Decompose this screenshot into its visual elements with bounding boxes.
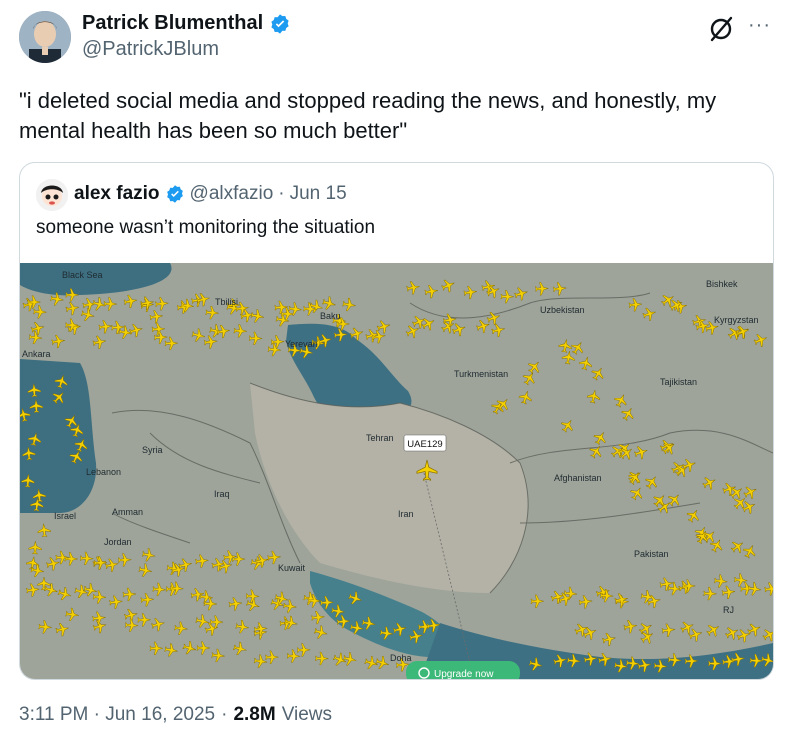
author-display-name[interactable]: Patrick Blumenthal [82, 12, 263, 35]
tweet-timestamp[interactable]: 3:11 PM · Jun 16, 2025 [19, 704, 215, 726]
map-label-ankara: Ankara [22, 349, 51, 359]
quote-author-avatar[interactable] [36, 179, 68, 211]
map-label-black-sea: Black Sea [62, 270, 103, 280]
map-label-syria: Syria [142, 445, 163, 455]
author-handle[interactable]: @PatrickJBlum [82, 38, 219, 61]
tweet-text: "i deleted social media and stopped read… [19, 88, 717, 143]
upgrade-now-button[interactable]: Upgrade now [406, 661, 520, 679]
map-label-kyrgyzstan: Kyrgyzstan [714, 315, 759, 325]
quoted-tweet[interactable]: alex fazio @alxfazio · Jun 15 someone wa… [19, 162, 774, 680]
map-label-tbilisi: Tbilisi [215, 297, 238, 307]
map-label-uzbekistan: Uzbekistan [540, 305, 585, 315]
tweet-footer: 3:11 PM · Jun 16, 2025 · 2.8M Views [19, 704, 332, 726]
more-icon[interactable]: ··· [748, 14, 771, 37]
map-label-bishkek: Bishkek [706, 279, 738, 289]
verified-badge-icon [166, 185, 183, 203]
footer-separator: · [221, 704, 228, 725]
quote-text: someone wasn’t monitoring the situation [36, 217, 376, 238]
views-label: Views [281, 704, 333, 725]
map-label-lebanon: Lebanon [86, 467, 121, 477]
map-label-pakistan: Pakistan [634, 549, 669, 559]
author-avatar[interactable] [19, 11, 71, 63]
map-label-kuwait: Kuwait [278, 563, 306, 573]
grok-icon[interactable] [706, 14, 736, 44]
map-label-baku: Baku [320, 311, 341, 321]
quote-date[interactable]: Jun 15 [290, 183, 347, 205]
flight-tag: UAE129 [407, 439, 442, 450]
map-label-iraq: Iraq [214, 489, 230, 499]
map-label-tehran: Tehran [366, 433, 394, 443]
quote-author-display-name[interactable]: alex fazio [74, 183, 160, 205]
map-label-yerevan: Yerevan [285, 339, 318, 349]
map-label-rj: RJ [723, 605, 734, 615]
map-label-amman: Amman [112, 507, 143, 517]
views-count: 2.8M [233, 704, 276, 725]
map-label-turkmenistan: Turkmenistan [454, 369, 508, 379]
map-label-afghanistan: Afghanistan [554, 473, 602, 483]
verified-badge-icon [271, 13, 289, 34]
upgrade-now-label: Upgrade now [434, 669, 494, 679]
quote-separator: · [278, 183, 285, 204]
flight-map-image[interactable]: Black Sea Tbilisi Yerevan Baku Ankara Sy… [20, 263, 773, 679]
quote-author-handle[interactable]: @alxfazio [190, 183, 274, 205]
map-label-tajikistan: Tajikistan [660, 377, 697, 387]
map-label-iran: Iran [398, 509, 414, 519]
map-label-doha: Doha [390, 653, 412, 663]
map-label-jordan: Jordan [104, 537, 132, 547]
map-label-israel: Israel [54, 511, 76, 521]
